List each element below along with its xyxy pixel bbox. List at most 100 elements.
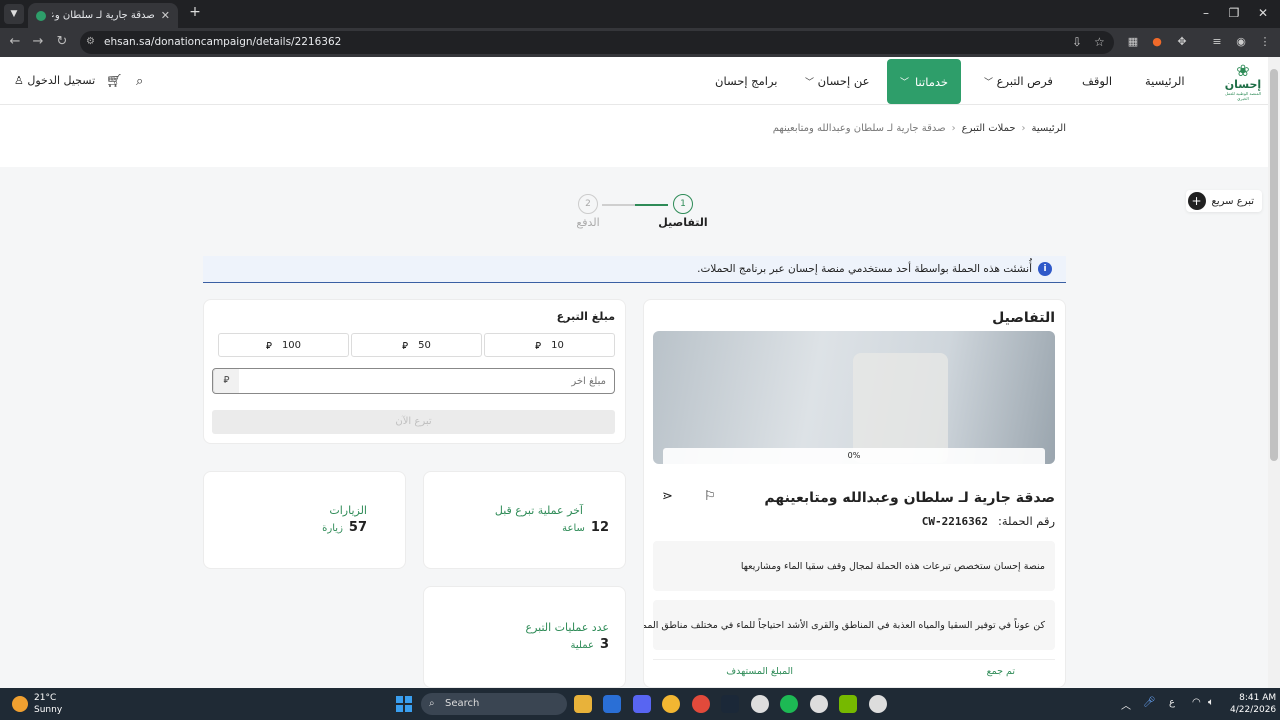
tray-chevron-icon[interactable]: ︿: [1121, 697, 1131, 712]
bookmark-star-icon[interactable]: ☆: [1094, 35, 1105, 49]
app-2-icon[interactable]: [869, 695, 887, 713]
chrome-icon[interactable]: [692, 695, 710, 713]
weather-widget[interactable]: 21°C Sunny: [34, 692, 62, 716]
spotify-icon[interactable]: [780, 695, 798, 713]
campaign-notice: i أُنشئت هذه الحملة بواسطة أحد مستخدمي م…: [203, 256, 1066, 283]
install-app-icon[interactable]: ⇩: [1072, 35, 1082, 49]
step-details: 1 التفاصيل: [658, 194, 708, 229]
address-bar[interactable]: ⚙ ehsan.sa/donationcampaign/details/2216…: [80, 31, 1114, 54]
visits-unit: زيارة: [322, 523, 343, 534]
nav-programs[interactable]: برامج إحسان: [715, 74, 778, 88]
settings-icon[interactable]: [751, 695, 769, 713]
quick-donate-button[interactable]: تبرع سريع +: [1186, 190, 1262, 212]
store-icon[interactable]: [603, 695, 621, 713]
window-close-icon[interactable]: ✕: [1256, 6, 1270, 20]
amount-option-10[interactable]: 10 ⃁: [484, 333, 615, 357]
donate-now-button[interactable]: تبرع الآن: [212, 410, 615, 434]
back-icon[interactable]: ←: [7, 34, 23, 50]
last-donation-unit: ساعة: [562, 523, 585, 534]
breadcrumb-campaigns[interactable]: حملات التبرع: [962, 123, 1016, 134]
nav-services[interactable]: خدماتنا ﹀: [887, 59, 961, 104]
step-details-number: 1: [673, 194, 693, 214]
emoji-app-icon[interactable]: [662, 695, 680, 713]
profile-avatar-icon[interactable]: ◉: [1234, 35, 1248, 49]
extension-orange-icon[interactable]: ●: [1150, 35, 1164, 49]
browser-menu-icon[interactable]: ⋮: [1258, 35, 1272, 49]
amount-option-100[interactable]: 100 ⃁: [218, 333, 349, 357]
new-tab-button[interactable]: +: [186, 4, 204, 20]
plus-icon: +: [1187, 192, 1206, 210]
login-button[interactable]: تسجيل الدخول ♙: [14, 74, 95, 87]
site-header: ❀ إحسان المنصة الوطنية للعمل الخيري الرئ…: [0, 57, 1268, 105]
cart-icon[interactable]: 🛒︎: [106, 74, 123, 89]
sun-icon[interactable]: [12, 696, 28, 712]
input-language[interactable]: ع: [1169, 697, 1175, 708]
quick-donate-label: تبرع سريع: [1211, 195, 1254, 207]
site-info-icon[interactable]: ⚙: [86, 36, 98, 48]
tab-list-button[interactable]: ▼: [4, 4, 24, 24]
campaign-title: صدقة جارية لـ سلطان وعبدالله ومتابعينهم: [764, 490, 1055, 506]
riyal-icon: ⃁: [402, 340, 409, 352]
progress-percent: 0%: [847, 451, 861, 460]
steam-icon[interactable]: [721, 695, 739, 713]
chevron-down-icon: ﹀: [805, 78, 815, 88]
clock-time: 8:41 AM: [1239, 693, 1277, 703]
ehsan-logo[interactable]: ❀ إحسان المنصة الوطنية للعمل الخيري: [1224, 61, 1262, 102]
campaign-details-card: التفاصيل 0% صدقة جارية لـ سلطان وعبدالله…: [643, 299, 1066, 688]
riyal-icon: ⃁: [265, 340, 272, 352]
discord-icon[interactable]: [633, 695, 651, 713]
logo-word: إحسان: [1224, 78, 1262, 91]
url-text[interactable]: ehsan.sa/donationcampaign/details/221636…: [104, 36, 341, 48]
app-icon[interactable]: [810, 695, 828, 713]
donations-count-number: 3: [599, 637, 609, 652]
nav-waqf[interactable]: الوقف: [1082, 74, 1112, 88]
scrollbar-thumb[interactable]: [1270, 69, 1278, 461]
amount-option-50[interactable]: 50 ⃁: [351, 333, 482, 357]
nvidia-icon[interactable]: [839, 695, 857, 713]
nav-home[interactable]: الرئيسية: [1145, 74, 1185, 88]
extensions-puzzle-icon[interactable]: ✥: [1175, 35, 1189, 49]
campaign-description: كن عوناً في توفير السقيا والمياه العذبة …: [644, 600, 1055, 650]
breadcrumb-home[interactable]: الرئيسية: [1032, 123, 1066, 134]
last-donation-number: 12: [590, 520, 609, 535]
extension-icon[interactable]: ▦: [1126, 35, 1140, 49]
chevron-down-icon: ﹀: [900, 78, 910, 88]
step-details-label: التفاصيل: [658, 216, 708, 229]
taskbar-search[interactable]: ⌕ Search: [421, 693, 567, 715]
info-icon: i: [1038, 262, 1052, 276]
breadcrumb-band: الرئيسية ‹ حملات التبرع ‹ صدقة جارية لـ سلطا…: [0, 105, 1268, 167]
browser-tab-active[interactable]: صدقة جارية لـ سلطان وعبدالله و... ✕: [28, 3, 178, 28]
other-amount-field: ⃁: [212, 368, 615, 394]
logo-leaf-icon: ❀: [1236, 61, 1250, 80]
browser-toolbar: ← → ↻ ⚙ ehsan.sa/donationcampaign/detail…: [0, 28, 1280, 57]
amount-value: 100: [281, 339, 302, 351]
windows-start-icon[interactable]: [396, 696, 412, 712]
file-explorer-icon[interactable]: [574, 695, 592, 713]
page-scrollbar[interactable]: [1268, 57, 1280, 688]
maximize-icon[interactable]: ❐: [1227, 6, 1241, 20]
minimize-icon[interactable]: –: [1199, 6, 1213, 20]
donations-count-value: 3 عملية: [571, 637, 609, 652]
volume-icon[interactable]: 🔈︎: [1208, 697, 1214, 708]
amount-value: 50: [418, 339, 431, 351]
wifi-icon[interactable]: ◠: [1192, 697, 1201, 708]
campaign-allocation-info: منصة إحسان ستخصص تبرعات هذه الحملة لمجال…: [653, 541, 1055, 591]
media-queue-icon[interactable]: ≡: [1210, 35, 1224, 49]
forward-icon[interactable]: →: [30, 34, 46, 50]
reload-icon[interactable]: ↻: [54, 34, 70, 50]
other-amount-input[interactable]: [238, 369, 614, 393]
search-icon[interactable]: ⌕: [136, 74, 143, 89]
collected-label: تم جمع: [986, 666, 1015, 677]
tab-close-icon[interactable]: ✕: [161, 9, 170, 22]
nav-services-label: خدماتنا: [915, 74, 948, 89]
share-icon[interactable]: ⋖: [662, 489, 673, 504]
browser-tab-bar: ▼ صدقة جارية لـ سلطان وعبدالله و... ✕ + …: [0, 0, 1280, 28]
nav-opportunities[interactable]: فرص التبرع ﹀: [984, 74, 1053, 88]
breadcrumb: الرئيسية ‹ حملات التبرع ‹ صدقة جارية لـ سلطا…: [773, 123, 1066, 134]
taskbar-search-label: Search: [445, 698, 480, 709]
nav-about[interactable]: عن إحسان ﹀: [805, 74, 869, 88]
microphone-icon[interactable]: 🎤︎: [1143, 697, 1156, 708]
system-clock[interactable]: 8:41 AM 4/22/2026: [1230, 692, 1276, 716]
target-label: المبلغ المستهدف: [726, 666, 793, 677]
report-flag-icon[interactable]: ⚐: [704, 489, 716, 504]
